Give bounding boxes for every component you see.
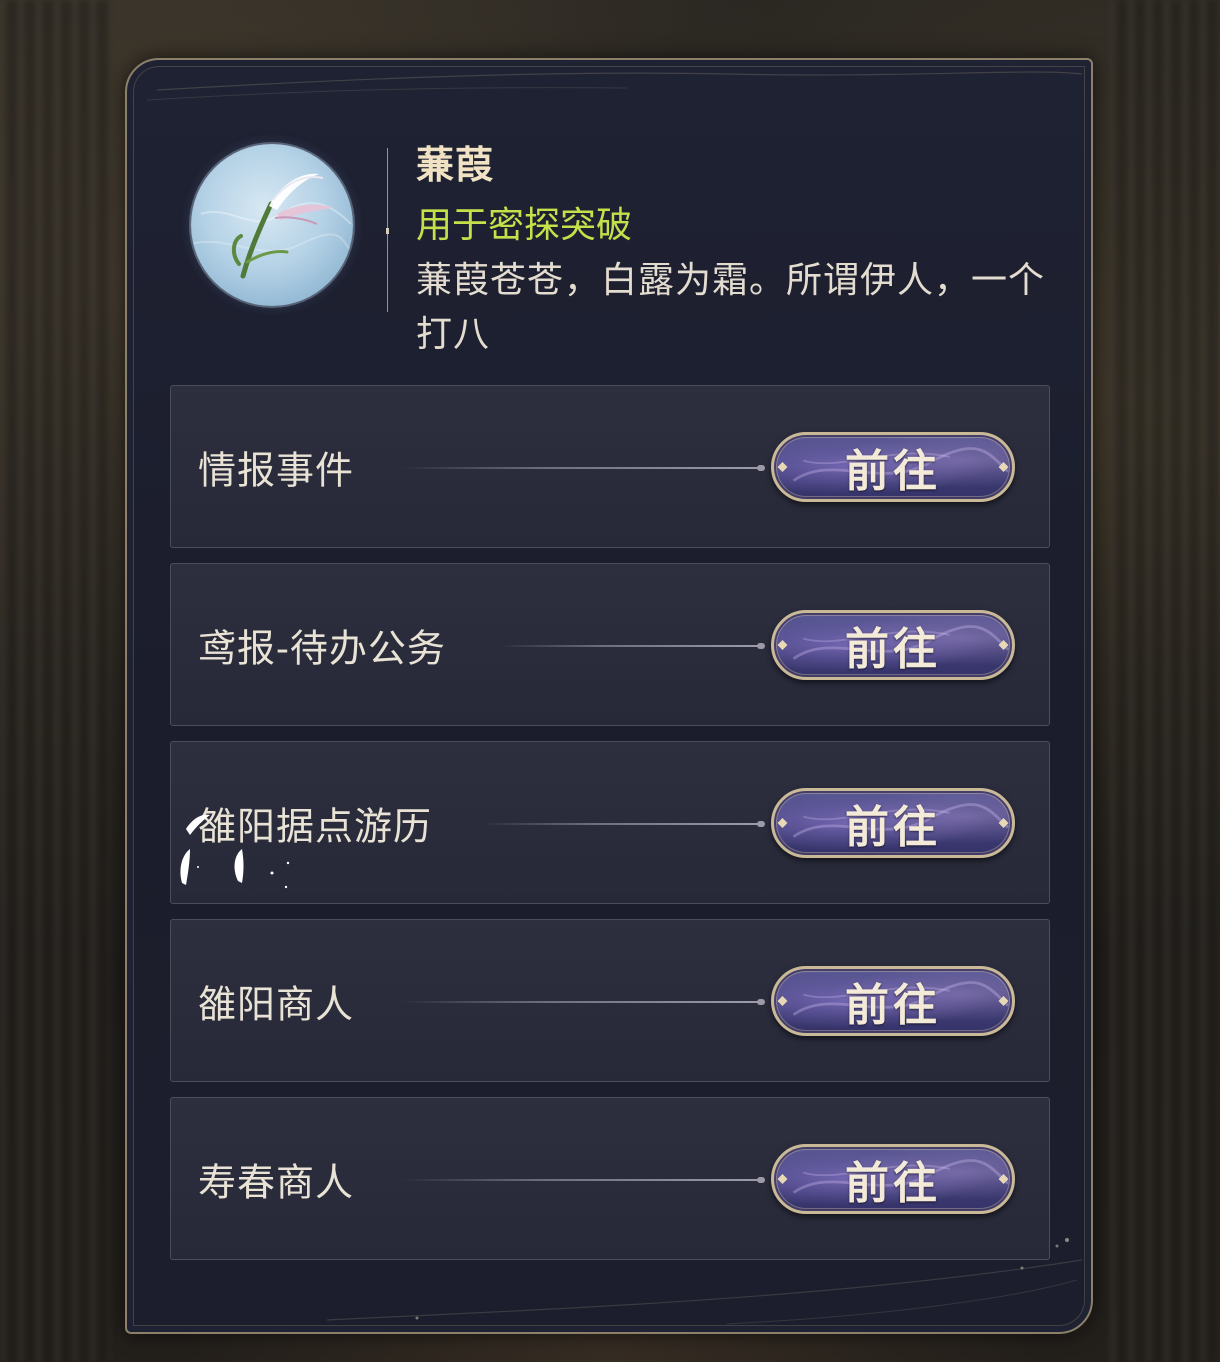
source-connector-line <box>401 1176 765 1183</box>
go-button[interactable]: 前往 <box>771 609 1015 680</box>
go-button-label: 前往 <box>845 445 941 497</box>
source-row-intel-event: 情报事件 前往 <box>170 385 1050 548</box>
source-row-shouchun-merchant: 寿春商人 前往 <box>170 1097 1050 1260</box>
source-connector-line <box>499 642 765 649</box>
source-row-pending-duties: 鸢报-待办公务 前往 <box>170 563 1050 726</box>
go-button-label: 前往 <box>845 801 941 853</box>
go-button[interactable]: 前往 <box>771 965 1015 1036</box>
item-usage: 用于密探突破 <box>416 205 633 246</box>
source-row-luoyang-merchant: 雒阳商人 前往 <box>170 919 1050 1082</box>
feather-particle-effect <box>180 814 290 889</box>
go-button[interactable]: 前往 <box>771 1143 1015 1214</box>
reed-feather-icon <box>191 144 353 306</box>
go-button-label: 前往 <box>845 979 941 1031</box>
source-label: 鸢报-待办公务 <box>198 626 446 670</box>
source-row-luoyang-outpost: 雒阳据点游历 前往 <box>170 741 1050 904</box>
source-connector-line <box>481 820 765 827</box>
source-label: 寿春商人 <box>198 1160 355 1204</box>
background-left-blur <box>0 0 110 1362</box>
go-button[interactable]: 前往 <box>771 787 1015 858</box>
source-label: 雒阳商人 <box>198 982 355 1026</box>
item-description: 蒹葭苍苍，白露为霜。所谓伊人，一个打八 <box>416 260 1046 355</box>
go-button[interactable]: 前往 <box>771 431 1015 502</box>
source-connector-line <box>401 464 765 471</box>
go-button-label: 前往 <box>845 1157 941 1209</box>
header-divider <box>386 148 389 312</box>
item-name: 蒹葭 <box>416 142 495 187</box>
source-label: 情报事件 <box>198 448 355 492</box>
go-button-label: 前往 <box>845 623 941 675</box>
source-connector-line <box>401 998 765 1005</box>
background-right-blur <box>1110 0 1220 1362</box>
panel-corner-decoration-top <box>146 71 1083 101</box>
